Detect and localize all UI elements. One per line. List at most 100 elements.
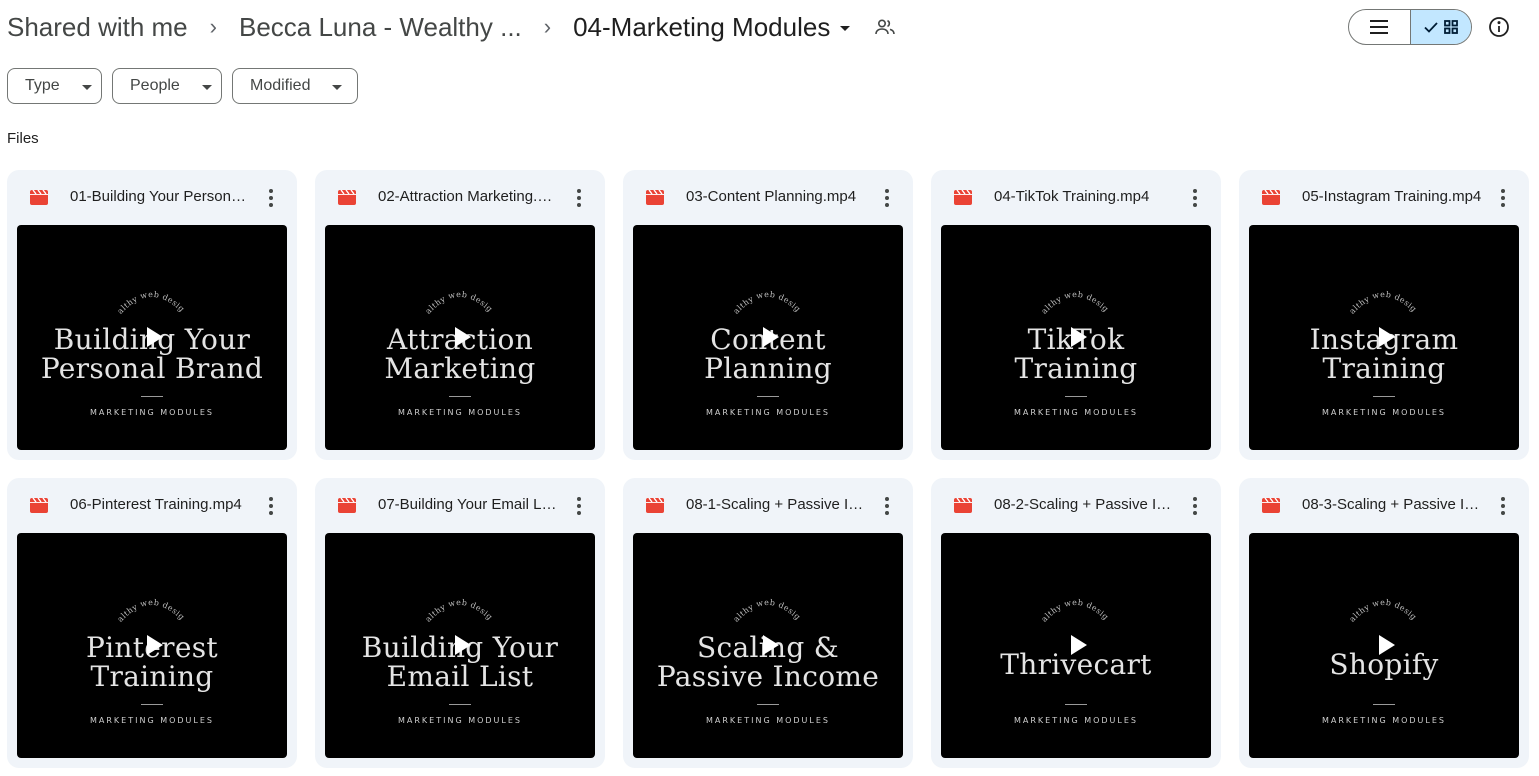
thumbnail-arc-text: wealthy web designer <box>633 275 802 315</box>
video-file-icon <box>954 190 972 205</box>
play-icon[interactable] <box>763 635 779 655</box>
file-card-header: 05-Instagram Training.mp4 <box>1239 170 1529 225</box>
file-name: 02-Attraction Marketing.mp4 <box>378 188 558 205</box>
thumbnail-arc-text: wealthy web designer <box>325 583 494 623</box>
play-icon[interactable] <box>1379 635 1395 655</box>
file-name: 07-Building Your Email List.mp4 <box>378 496 558 513</box>
thumbnail-subtitle: MARKETING MODULES <box>397 408 522 417</box>
top-bar: Shared with me › Becca Luna - Wealthy ..… <box>0 0 1539 56</box>
play-icon[interactable] <box>1071 327 1087 347</box>
more-actions-icon[interactable] <box>1493 495 1513 517</box>
play-icon[interactable] <box>147 327 163 347</box>
thumbnail-arc-text: wealthy web designer <box>1249 275 1418 315</box>
file-card-header: 03-Content Planning.mp4 <box>623 170 913 225</box>
more-actions-icon[interactable] <box>261 495 281 517</box>
current-folder-button[interactable]: 04-Marketing Modules <box>573 12 851 43</box>
thumbnail-arc-text: wealthy web designer <box>633 583 802 623</box>
file-card-6[interactable]: 06-Pinterest Training.mp4 wealthy web de… <box>7 478 297 768</box>
video-thumbnail[interactable]: wealthy web designer Building Your Email… <box>325 533 595 758</box>
play-icon[interactable] <box>763 327 779 347</box>
thumbnail-divider <box>449 396 471 397</box>
file-card-3[interactable]: 03-Content Planning.mp4 wealthy web desi… <box>623 170 913 460</box>
thumbnail-divider <box>1373 704 1395 705</box>
filter-type-button[interactable]: Type <box>7 68 102 104</box>
thumbnail-divider <box>757 396 779 397</box>
play-icon[interactable] <box>1071 635 1087 655</box>
thumbnail-subtitle: MARKETING MODULES <box>89 408 214 417</box>
play-icon[interactable] <box>455 635 471 655</box>
thumbnail-subtitle: MARKETING MODULES <box>1013 408 1138 417</box>
more-actions-icon[interactable] <box>877 495 897 517</box>
filter-type-label: Type <box>25 77 60 94</box>
more-actions-icon[interactable] <box>1185 187 1205 209</box>
video-file-icon <box>30 498 48 513</box>
list-view-button[interactable] <box>1349 10 1410 44</box>
video-thumbnail[interactable]: wealthy web designer Pinterest Training … <box>17 533 287 758</box>
caret-down-icon <box>840 25 851 31</box>
thumbnail-arc-text: wealthy web designer <box>1249 583 1418 623</box>
file-card-header: 01-Building Your Personal Brand.mp4 <box>7 170 297 225</box>
thumbnail-subtitle: MARKETING MODULES <box>1013 716 1138 725</box>
thumbnail-divider <box>141 704 163 705</box>
thumbnail-divider <box>1065 704 1087 705</box>
more-actions-icon[interactable] <box>261 187 281 209</box>
video-file-icon <box>338 498 356 513</box>
more-actions-icon[interactable] <box>569 495 589 517</box>
thumbnail-divider <box>141 396 163 397</box>
video-file-icon <box>1262 498 1280 513</box>
play-icon[interactable] <box>1379 327 1395 347</box>
filter-people-button[interactable]: People <box>112 68 222 104</box>
grid-view-button[interactable] <box>1409 10 1471 44</box>
play-icon[interactable] <box>455 327 471 347</box>
video-thumbnail[interactable]: wealthy web designer Building Your Perso… <box>17 225 287 450</box>
info-icon[interactable] <box>1487 15 1511 39</box>
file-card-header: 04-TikTok Training.mp4 <box>931 170 1221 225</box>
thumbnail-subtitle: MARKETING MODULES <box>705 408 830 417</box>
video-file-icon <box>646 498 664 513</box>
video-thumbnail[interactable]: wealthy web designer Scaling & Passive I… <box>633 533 903 758</box>
breadcrumb-item-shared[interactable]: Shared with me <box>7 12 188 43</box>
file-card-10[interactable]: 08-3-Scaling + Passive Income.mp4 wealth… <box>1239 478 1529 768</box>
svg-text:wealthy web designer: wealthy web designer <box>1249 583 1418 623</box>
svg-text:wealthy web designer: wealthy web designer <box>633 275 802 315</box>
more-actions-icon[interactable] <box>569 187 589 209</box>
file-card-7[interactable]: 07-Building Your Email List.mp4 wealthy … <box>315 478 605 768</box>
play-icon[interactable] <box>147 635 163 655</box>
more-actions-icon[interactable] <box>877 187 897 209</box>
video-thumbnail[interactable]: wealthy web designer Content Planning MA… <box>633 225 903 450</box>
svg-text:wealthy web designer: wealthy web designer <box>325 275 494 315</box>
video-thumbnail[interactable]: wealthy web designer Thrivecart MARKETIN… <box>941 533 1211 758</box>
grid-view-icon <box>1444 20 1458 34</box>
file-card-9[interactable]: 08-2-Scaling + Passive Income.mp4 wealth… <box>931 478 1221 768</box>
file-card-8[interactable]: 08-1-Scaling + Passive Income.mp4 wealth… <box>623 478 913 768</box>
video-thumbnail[interactable]: wealthy web designer Shopify MARKETING M… <box>1249 533 1519 758</box>
thumbnail-arc-text: wealthy web designer <box>17 275 186 315</box>
filter-bar: Type People Modified <box>7 68 358 104</box>
file-card-header: 08-1-Scaling + Passive Income.mp4 <box>623 478 913 533</box>
more-actions-icon[interactable] <box>1493 187 1513 209</box>
breadcrumb-item-parent-folder[interactable]: Becca Luna - Wealthy ... <box>239 12 522 43</box>
video-file-icon <box>646 190 664 205</box>
check-icon <box>1424 21 1438 33</box>
video-thumbnail[interactable]: wealthy web designer TikTok Training MAR… <box>941 225 1211 450</box>
svg-text:wealthy web designer: wealthy web designer <box>1249 275 1418 315</box>
breadcrumb: Shared with me › Becca Luna - Wealthy ..… <box>7 10 896 44</box>
caret-down-icon <box>81 84 92 90</box>
file-card-header: 06-Pinterest Training.mp4 <box>7 478 297 533</box>
video-thumbnail[interactable]: wealthy web designer Instagram Training … <box>1249 225 1519 450</box>
thumbnail-divider <box>757 704 779 705</box>
file-card-1[interactable]: 01-Building Your Personal Brand.mp4 weal… <box>7 170 297 460</box>
more-actions-icon[interactable] <box>1185 495 1205 517</box>
video-thumbnail[interactable]: wealthy web designer Attraction Marketin… <box>325 225 595 450</box>
svg-text:wealthy web designer: wealthy web designer <box>17 275 186 315</box>
filter-people-label: People <box>130 77 180 94</box>
thumbnail-divider <box>1065 396 1087 397</box>
file-card-4[interactable]: 04-TikTok Training.mp4 wealthy web desig… <box>931 170 1221 460</box>
file-card-5[interactable]: 05-Instagram Training.mp4 wealthy web de… <box>1239 170 1529 460</box>
breadcrumb-chevron-icon: › <box>543 14 552 39</box>
filter-modified-button[interactable]: Modified <box>232 68 358 104</box>
svg-text:wealthy web designer: wealthy web designer <box>325 583 494 623</box>
file-name: 08-2-Scaling + Passive Income.mp4 <box>994 496 1174 513</box>
people-icon[interactable] <box>874 16 896 38</box>
file-card-2[interactable]: 02-Attraction Marketing.mp4 wealthy web … <box>315 170 605 460</box>
